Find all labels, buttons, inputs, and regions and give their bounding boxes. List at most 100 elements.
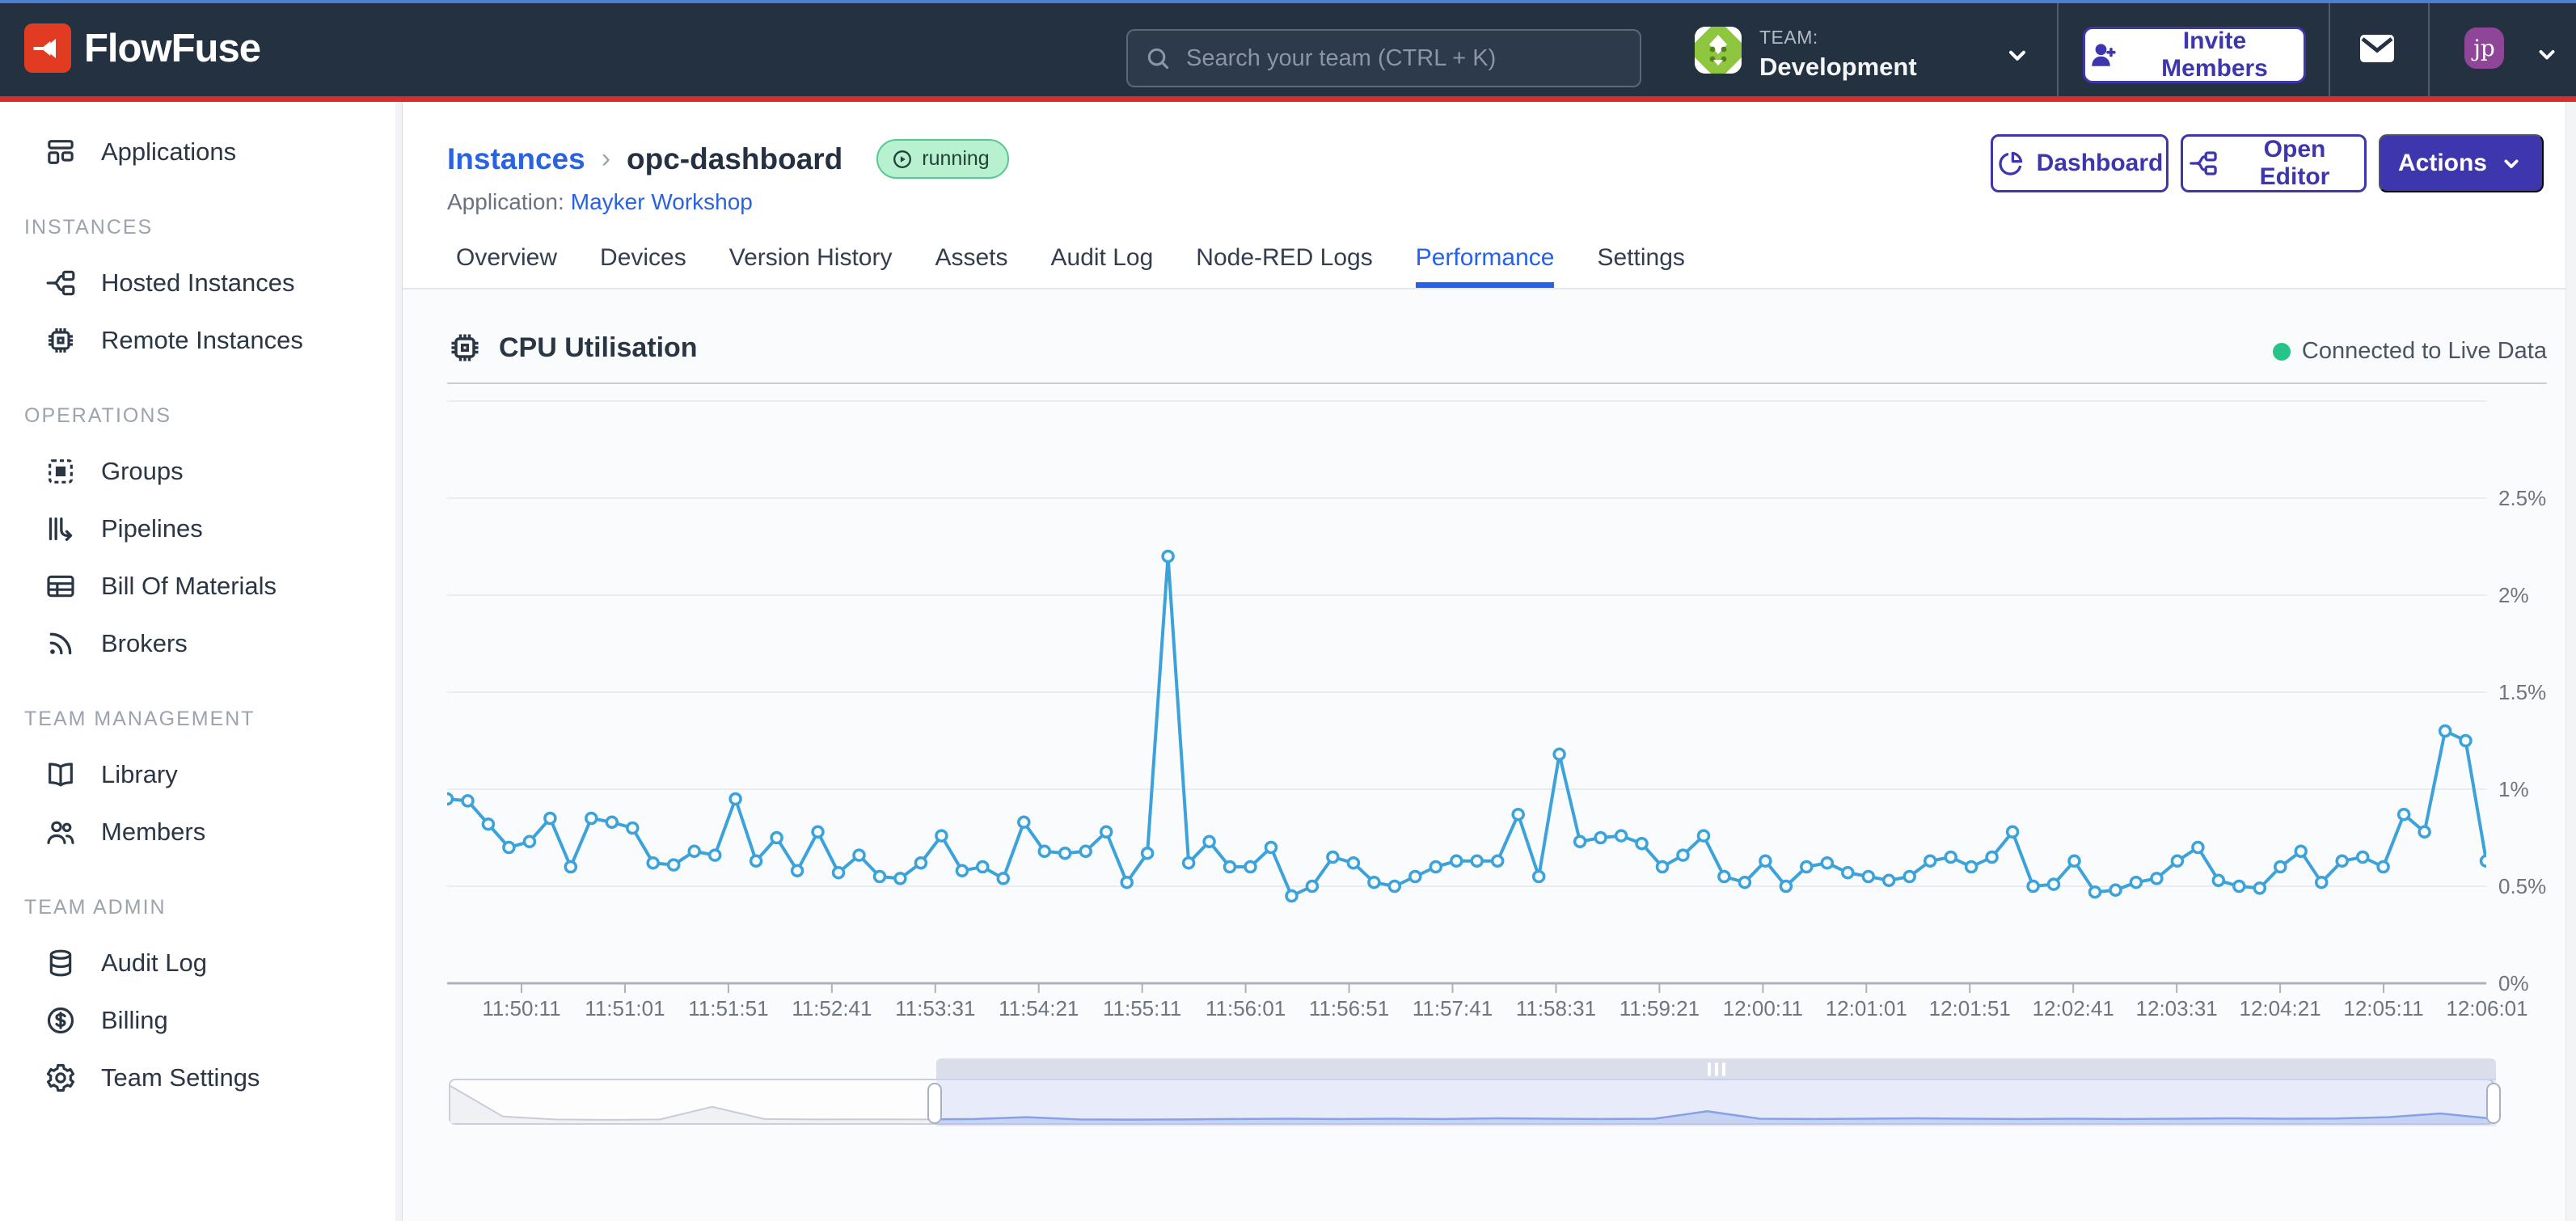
page-scrollbar[interactable] <box>2565 102 2576 1221</box>
navbar-red-underline <box>0 96 2576 102</box>
sidebar-item-applications[interactable]: Applications <box>0 123 402 180</box>
sidebar-item-pipelines[interactable]: Pipelines <box>0 500 402 557</box>
tab-overview[interactable]: Overview <box>456 244 557 288</box>
live-status-label: Connected to Live Data <box>2302 338 2547 365</box>
flowfuse-logo[interactable]: FlowFuse <box>24 23 260 73</box>
instance-name: opc-dashboard <box>627 142 842 176</box>
top-navbar: FlowFuse TEAM: Development Invite Me <box>0 0 2576 96</box>
y-axis-label: 2.5% <box>2498 485 2576 511</box>
sidebar-item-label: Audit Log <box>101 948 207 978</box>
library-icon <box>44 758 77 791</box>
open-editor-button-label: Open Editor <box>2230 136 2359 191</box>
tab-audit-log[interactable]: Audit Log <box>1051 244 1154 288</box>
team-settings-icon <box>44 1062 77 1094</box>
sidebar-section-instances: INSTANCES <box>24 218 402 238</box>
search-input[interactable] <box>1185 44 1640 73</box>
team-label: TEAM: <box>1759 27 1917 49</box>
sidebar-item-library[interactable]: Library <box>0 746 402 803</box>
tab-performance[interactable]: Performance <box>1416 244 1555 288</box>
sidebar-item-remote-instances[interactable]: Remote Instances <box>0 311 402 369</box>
team-search[interactable] <box>1126 29 1641 87</box>
main-content: Instances › opc-dashboard running Applic… <box>403 102 2576 1221</box>
tab-devices[interactable]: Devices <box>600 244 686 288</box>
application-link[interactable]: Mayker Workshop <box>571 189 753 214</box>
navbar-divider <box>2057 0 2059 96</box>
play-circle-icon <box>891 148 914 171</box>
invite-members-button[interactable]: Invite Members <box>2083 27 2306 83</box>
sidebar-item-label: Members <box>101 818 205 847</box>
cpu-chip-icon <box>447 330 483 365</box>
search-icon <box>1144 44 1172 72</box>
live-status: Connected to Live Data <box>2273 338 2547 365</box>
sidebar-item-label: Billing <box>101 1006 168 1035</box>
invite-user-plus-icon <box>2090 40 2119 70</box>
tab-settings[interactable]: Settings <box>1597 244 1684 288</box>
node-red-branch-icon <box>2188 148 2219 179</box>
sidebar: Applications INSTANCES Hosted Instances Rem… <box>0 102 403 1221</box>
actions-chevron-down-icon <box>2498 150 2524 176</box>
sidebar-item-label: Groups <box>101 457 184 486</box>
sidebar-section-team-admin: TEAM ADMIN <box>24 898 402 918</box>
members-icon <box>44 816 77 848</box>
x-axis-label: 12:06:01 <box>2426 996 2548 1021</box>
sidebar-item-label: Brokers <box>101 629 188 658</box>
tab-assets[interactable]: Assets <box>935 244 1007 288</box>
sidebar-item-billing[interactable]: Billing <box>0 991 402 1049</box>
sidebar-section-operations: OPERATIONS <box>24 406 402 426</box>
sidebar-item-label: Team Settings <box>101 1063 260 1092</box>
user-menu-chevron-down-icon[interactable] <box>2532 40 2561 69</box>
open-editor-button[interactable]: Open Editor <box>2181 134 2367 192</box>
user-avatar[interactable]: jp <box>2464 27 2504 69</box>
sidebar-item-bill-of-materials[interactable]: Bill Of Materials <box>0 557 402 615</box>
chart-header: CPU Utilisation <box>447 330 698 365</box>
pipelines-icon <box>44 513 77 545</box>
breadcrumb-separator: › <box>602 143 610 175</box>
breadcrumb: Instances › opc-dashboard running <box>447 139 1009 179</box>
groups-icon <box>44 455 77 488</box>
breadcrumb-instances-link[interactable]: Instances <box>447 142 585 176</box>
y-axis-label: 1.5% <box>2498 679 2576 705</box>
application-line: Application:Mayker Workshop <box>447 189 753 215</box>
sidebar-item-groups[interactable]: Groups <box>0 442 402 500</box>
sidebar-item-brokers[interactable]: Brokers <box>0 615 402 672</box>
sidebar-scrollbar[interactable] <box>395 102 402 1221</box>
sidebar-item-label: Remote Instances <box>101 326 303 355</box>
y-axis-label: 1% <box>2498 776 2576 802</box>
billing-icon <box>44 1004 77 1037</box>
tab-bar: Overview Devices Version History Assets Audi… <box>456 244 1685 288</box>
actions-button[interactable]: Actions <box>2379 134 2544 192</box>
avatar-initials: jp <box>2473 35 2495 61</box>
invite-members-label: Invite Members <box>2130 27 2299 82</box>
team-avatar <box>1695 27 1742 74</box>
sidebar-item-label: Bill Of Materials <box>101 572 277 601</box>
page-root: FlowFuse TEAM: Development Invite Me <box>0 0 2576 1221</box>
sidebar-item-audit-log[interactable]: Audit Log <box>0 934 402 991</box>
sidebar-item-hosted-instances[interactable]: Hosted Instances <box>0 254 402 311</box>
sidebar-item-label: Pipelines <box>101 514 203 543</box>
chart-header-divider <box>447 382 2547 384</box>
dashboard-button[interactable]: Dashboard <box>1991 134 2168 192</box>
tab-version-history[interactable]: Version History <box>729 244 893 288</box>
team-selector[interactable]: TEAM: Development <box>1695 27 1917 82</box>
y-axis-label: 2% <box>2498 582 2576 608</box>
navbar-divider <box>2329 0 2330 96</box>
team-chevron-down-icon[interactable] <box>2002 40 2033 70</box>
chart-title: CPU Utilisation <box>499 332 698 364</box>
live-dot-icon <box>2273 343 2291 361</box>
pie-chart-icon <box>1996 149 2025 178</box>
brokers-icon <box>44 627 77 660</box>
zoom-window-top-bar[interactable] <box>936 1058 2496 1080</box>
actions-button-label: Actions <box>2398 150 2487 177</box>
tab-node-red-logs[interactable]: Node-RED Logs <box>1196 244 1372 288</box>
zoom-window[interactable] <box>936 1079 2496 1126</box>
zoom-handle-left[interactable] <box>927 1083 942 1124</box>
sidebar-item-team-settings[interactable]: Team Settings <box>0 1049 402 1106</box>
navbar-divider <box>2428 0 2430 96</box>
notifications-mail-icon[interactable] <box>2358 32 2397 65</box>
cpu-chart <box>447 389 2486 997</box>
y-axis-label: 0% <box>2498 970 2576 996</box>
sidebar-item-members[interactable]: Members <box>0 803 402 860</box>
sidebar-item-label: Library <box>101 760 178 789</box>
logo-text: FlowFuse <box>84 26 260 71</box>
zoom-handle-right[interactable] <box>2486 1083 2501 1124</box>
